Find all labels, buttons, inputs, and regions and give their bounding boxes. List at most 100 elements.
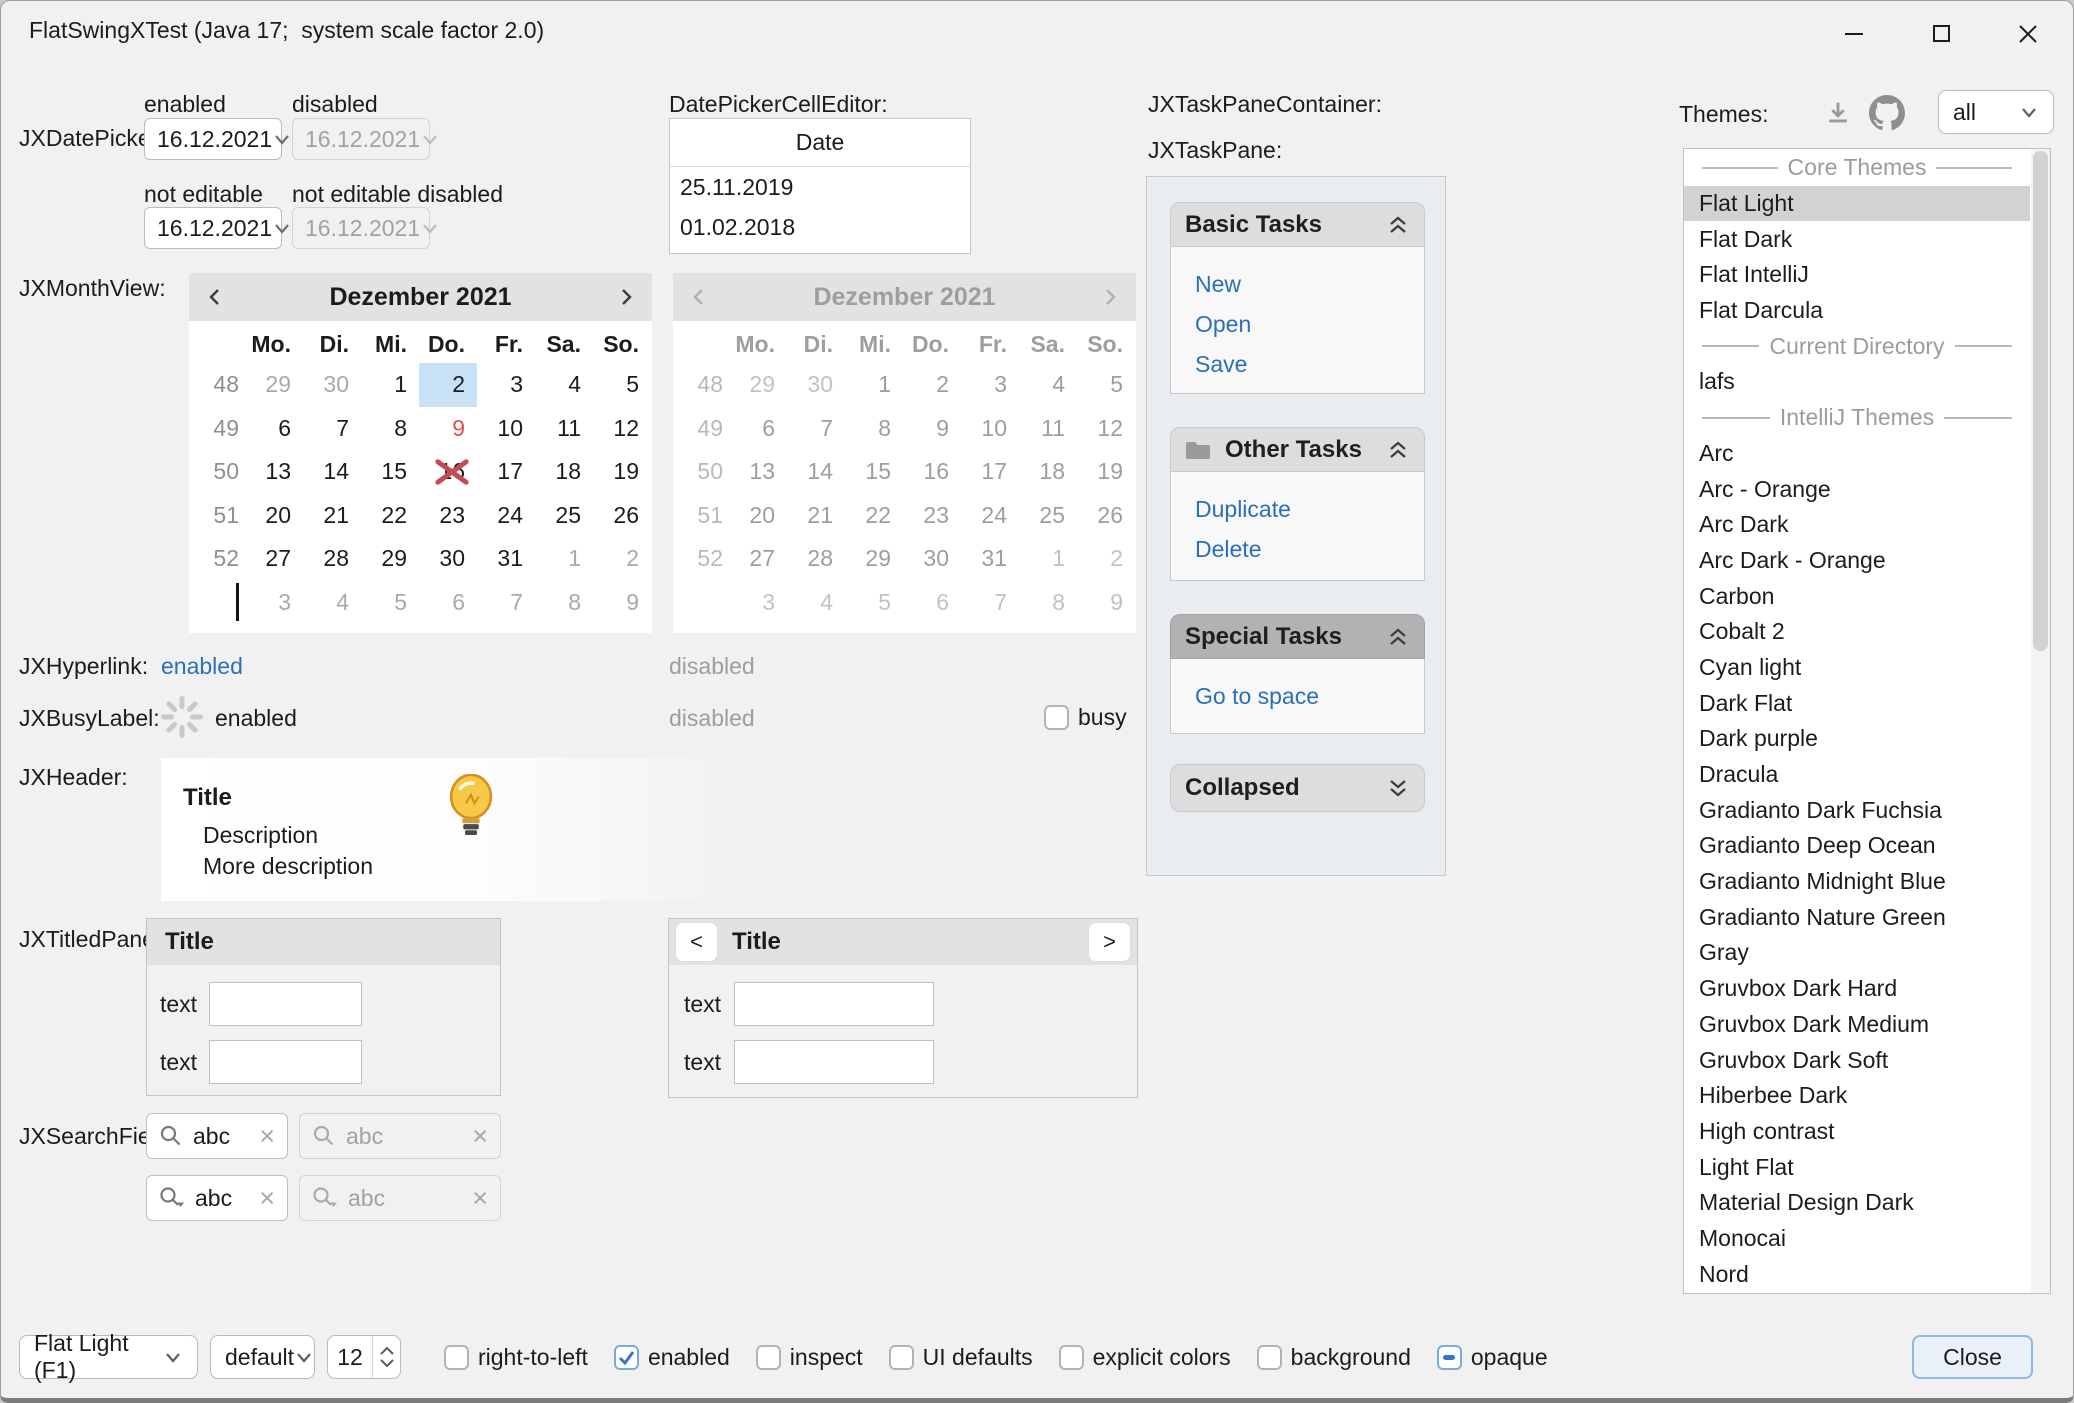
theme-list-item[interactable]: Gradianto Nature Green (1684, 899, 2030, 935)
theme-list-item[interactable]: Gradianto Dark Fuchsia (1684, 792, 2030, 828)
theme-list-item[interactable]: Dark purple (1684, 721, 2030, 757)
calendar-day[interactable]: 6 (419, 581, 477, 625)
task-link[interactable]: New (1195, 271, 1424, 298)
calendar-day[interactable]: 10 (477, 407, 535, 451)
search-field-enabled[interactable]: abc × (146, 1113, 288, 1159)
theme-list-item[interactable]: Flat Light (1684, 186, 2030, 222)
taskpane-header[interactable]: Special Tasks (1170, 614, 1425, 659)
calendar-day[interactable]: 11 (535, 407, 593, 451)
calendar-day[interactable]: 29 (245, 363, 303, 407)
table-column-header[interactable]: Date (670, 119, 970, 167)
theme-list-item[interactable]: Arc (1684, 436, 2030, 472)
task-link[interactable]: Go to space (1195, 683, 1424, 710)
task-link[interactable]: Save (1195, 351, 1424, 378)
chevron-down-icon[interactable] (272, 208, 292, 248)
busy-checkbox[interactable] (1044, 705, 1069, 730)
theme-list-item[interactable]: Gruvbox Dark Medium (1684, 1007, 2030, 1043)
calendar-day[interactable]: 26 (593, 494, 651, 538)
search-input[interactable]: abc (193, 1123, 259, 1150)
task-link[interactable]: Duplicate (1195, 496, 1424, 523)
calendar-day[interactable]: 30 (303, 363, 361, 407)
maximize-button[interactable] (1927, 19, 1957, 49)
calendar-day[interactable]: 9 (419, 407, 477, 451)
theme-list-item[interactable]: Gradianto Midnight Blue (1684, 864, 2030, 900)
task-link[interactable]: Open (1195, 311, 1424, 338)
close-window-button[interactable] (2013, 19, 2043, 49)
checkbox-box[interactable] (756, 1345, 781, 1370)
checkbox-box[interactable] (1257, 1345, 1282, 1370)
checkbox-box[interactable] (889, 1345, 914, 1370)
theme-list-item[interactable]: Dark Flat (1684, 685, 2030, 721)
theme-list-item[interactable]: Arc - Orange (1684, 471, 2030, 507)
calendar-day[interactable]: 27 (245, 537, 303, 581)
calendar-day[interactable]: 21 (303, 494, 361, 538)
calendar-day[interactable]: 18 (535, 450, 593, 494)
calendar-day[interactable]: 31 (477, 537, 535, 581)
theme-list-item[interactable]: Flat IntelliJ (1684, 257, 2030, 293)
theme-list-item[interactable]: Light Flat (1684, 1149, 2030, 1185)
taskpane-header[interactable]: Collapsed (1170, 764, 1425, 812)
task-link[interactable]: Delete (1195, 536, 1424, 563)
search-field-dropdown-enabled[interactable]: abc × (146, 1175, 288, 1221)
expand-chevron-icon[interactable] (1386, 777, 1410, 799)
close-button[interactable]: Close (1912, 1335, 2033, 1379)
text-field[interactable] (734, 1040, 934, 1084)
stepper-buttons[interactable] (372, 1336, 400, 1378)
calendar-day[interactable]: 12 (593, 407, 651, 451)
calendar-day[interactable]: 16 (419, 450, 477, 494)
calendar-day[interactable]: 3 (477, 363, 535, 407)
taskpane-header[interactable]: Other Tasks (1170, 427, 1425, 472)
calendar-day[interactable]: 19 (593, 450, 651, 494)
theme-list-item[interactable]: Arc Dark (1684, 507, 2030, 543)
checkbox-box[interactable] (444, 1345, 469, 1370)
calendar-day[interactable]: 4 (535, 363, 593, 407)
calendar-prev-button[interactable] (189, 273, 241, 321)
theme-list-item[interactable]: High contrast (1684, 1114, 2030, 1150)
calendar-day[interactable]: 15 (361, 450, 419, 494)
font-size-stepper[interactable]: 12 (327, 1335, 401, 1379)
minimize-button[interactable] (1839, 19, 1869, 49)
calendar-day[interactable]: 1 (535, 537, 593, 581)
checkbox-opaque[interactable]: opaque (1437, 1344, 1548, 1371)
theme-list-item[interactable]: Gradianto Deep Ocean (1684, 828, 2030, 864)
checkbox-right-to-left[interactable]: right-to-left (444, 1344, 588, 1371)
checkbox-explicit-colors[interactable]: explicit colors (1059, 1344, 1231, 1371)
theme-list-item[interactable]: Carbon (1684, 578, 2030, 614)
theme-list-item[interactable]: Gruvbox Dark Hard (1684, 971, 2030, 1007)
text-field[interactable] (209, 1040, 362, 1084)
calendar-day[interactable]: 2 (419, 363, 477, 407)
checkbox-box[interactable] (614, 1345, 639, 1370)
theme-list-item[interactable]: lafs (1684, 364, 2030, 400)
theme-list-item[interactable]: Flat Dark (1684, 221, 2030, 257)
calendar-day[interactable]: 29 (361, 537, 419, 581)
calendar-day[interactable]: 13 (245, 450, 303, 494)
calendar-day[interactable]: 30 (419, 537, 477, 581)
calendar-day[interactable]: 8 (361, 407, 419, 451)
themes-filter-combo[interactable]: all (1938, 90, 2054, 134)
calendar-day[interactable]: 25 (535, 494, 593, 538)
calendar-day[interactable]: 1 (361, 363, 419, 407)
theme-list-item[interactable]: Nord (1684, 1256, 2030, 1292)
collapse-chevron-icon[interactable] (1386, 439, 1410, 461)
calendar-day[interactable]: 7 (303, 407, 361, 451)
collapse-chevron-icon[interactable] (1386, 214, 1410, 236)
calendar-day[interactable]: 6 (245, 407, 303, 451)
calendar-day[interactable]: 5 (593, 363, 651, 407)
checkbox-box[interactable] (1437, 1345, 1462, 1370)
scrollbar-thumb[interactable] (2033, 151, 2048, 651)
theme-list-item[interactable]: Cobalt 2 (1684, 614, 2030, 650)
theme-list-item[interactable]: Arc Dark - Orange (1684, 543, 2030, 579)
theme-list-item[interactable]: Monocai (1684, 1221, 2030, 1257)
theme-list-item[interactable]: Dracula (1684, 757, 2030, 793)
font-combo[interactable]: default (210, 1335, 315, 1379)
calendar-next-button[interactable] (600, 273, 652, 321)
theme-list-item[interactable]: Gray (1684, 935, 2030, 971)
taskpane-header[interactable]: Basic Tasks (1170, 202, 1425, 247)
clear-icon[interactable]: × (259, 1123, 275, 1150)
theme-list-item[interactable]: Hiberbee Dark (1684, 1078, 2030, 1114)
calendar-day[interactable]: 5 (361, 581, 419, 625)
collapse-chevron-icon[interactable] (1386, 626, 1410, 648)
download-icon[interactable] (1823, 99, 1853, 135)
hyperlink-enabled[interactable]: enabled (161, 653, 243, 680)
checkbox-box[interactable] (1059, 1345, 1084, 1370)
